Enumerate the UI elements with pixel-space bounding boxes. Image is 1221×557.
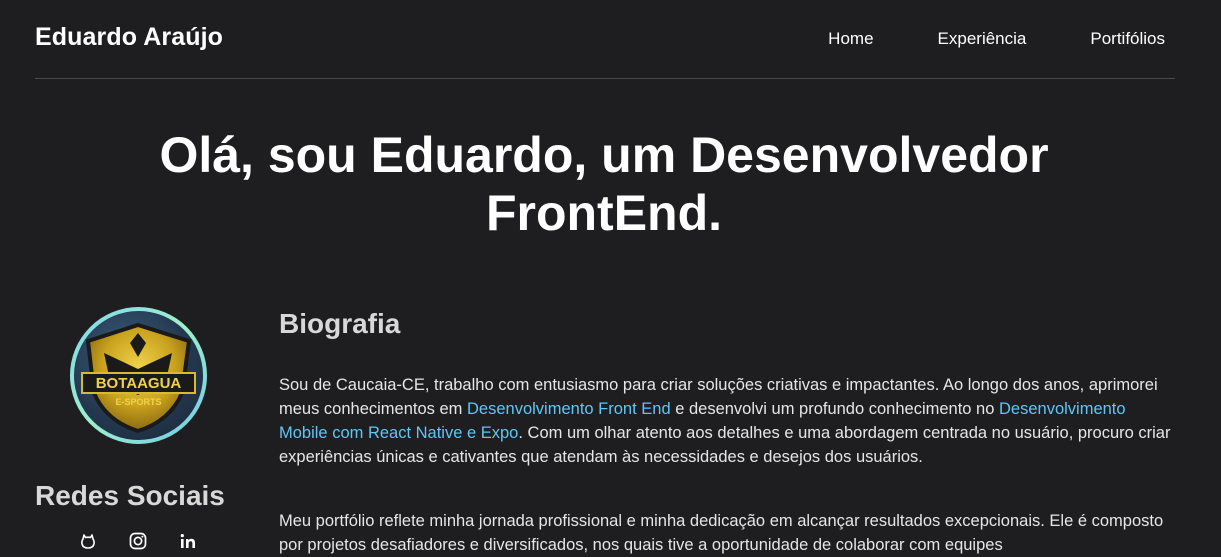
nav-portifolios[interactable]: Portifólios: [1090, 29, 1165, 49]
bio-text-b: e desenvolvi um profundo conhecimento no: [670, 400, 999, 418]
social-icons: [78, 531, 228, 551]
bio-title: Biografia: [279, 308, 401, 339]
avatar-image: BOTAAGUA E-SPORTS: [74, 311, 203, 440]
brand-name[interactable]: Eduardo Araújo: [35, 23, 223, 52]
linkedin-icon[interactable]: [178, 531, 198, 551]
biography-section: Biografia Sou de Caucaia-CE, trabalho co…: [279, 306, 1174, 554]
social-title: Redes Sociais: [35, 480, 225, 511]
bio-paragraph-2: Meu portfólio reflete minha jornada prof…: [279, 512, 1164, 554]
hero-line-2: FrontEnd.: [485, 185, 723, 241]
avatar-logo-subtext: E-SPORTS: [115, 397, 161, 407]
avatar-logo-text: BOTAAGUA: [96, 375, 182, 392]
botaagua-logo: BOTAAGUA E-SPORTS: [81, 322, 196, 434]
github-icon[interactable]: [78, 531, 98, 551]
bio-paragraph-1: Sou de Caucaia-CE, trabalho com entusias…: [279, 373, 1174, 469]
link-frontend[interactable]: Desenvolvimento Front End: [467, 400, 671, 418]
hero-heading: Olá, sou Eduardo, um Desenvolvedor Front…: [0, 126, 1208, 242]
main-nav: Home Experiência Portifólios: [828, 29, 1165, 49]
nav-experiencia[interactable]: Experiência: [938, 29, 1027, 49]
hero-line-1: Olá, sou Eduardo, um Desenvolvedor: [159, 127, 1049, 183]
instagram-icon[interactable]: [128, 531, 148, 551]
nav-home[interactable]: Home: [828, 29, 873, 49]
site-header: Eduardo Araújo Home Experiência Portifól…: [35, 0, 1175, 79]
avatar: BOTAAGUA E-SPORTS: [70, 307, 207, 444]
